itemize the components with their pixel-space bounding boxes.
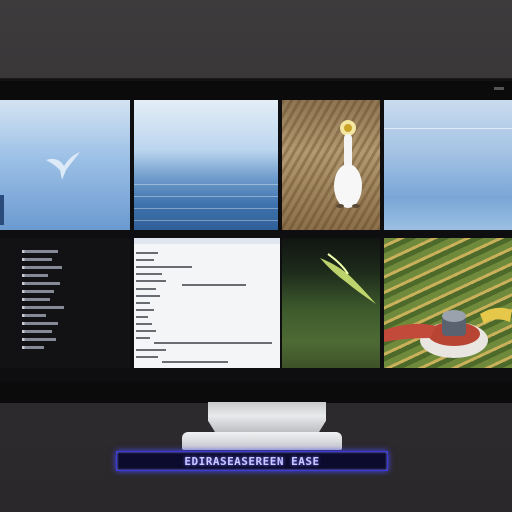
text-line xyxy=(182,284,246,286)
photo-rice-terraces[interactable] xyxy=(384,238,512,368)
wave-line xyxy=(134,184,278,185)
text-line xyxy=(136,349,166,351)
text-line xyxy=(136,356,158,358)
list-item[interactable] xyxy=(24,274,48,277)
power-indicator xyxy=(494,87,504,90)
text-line xyxy=(136,337,150,339)
list-item[interactable] xyxy=(24,266,62,269)
list-item[interactable] xyxy=(24,338,56,341)
monitor-stand-neck xyxy=(208,402,326,436)
document-header-bar xyxy=(134,238,280,244)
text-line xyxy=(136,273,162,275)
wave-line xyxy=(134,220,278,221)
desk-scene: EDIRASEASEREEN EASE xyxy=(0,0,512,512)
list-item[interactable] xyxy=(24,250,58,253)
cloud-streak xyxy=(384,128,512,129)
image-edge xyxy=(0,195,4,225)
text-line xyxy=(136,259,154,261)
wave-line xyxy=(134,196,278,197)
text-line xyxy=(136,288,156,290)
list-item[interactable] xyxy=(24,322,58,325)
goose-icon xyxy=(334,120,362,208)
text-line xyxy=(136,323,152,325)
list-item[interactable] xyxy=(24,258,52,261)
text-line xyxy=(136,295,160,297)
list-item[interactable] xyxy=(24,346,44,349)
text-line xyxy=(136,302,150,304)
monitor-stand-base xyxy=(182,432,342,450)
list-item[interactable] xyxy=(24,290,54,293)
light-streak-icon xyxy=(320,253,376,304)
text-line xyxy=(136,266,192,268)
text-line xyxy=(136,280,166,282)
list-item[interactable] xyxy=(24,282,60,285)
text-line xyxy=(136,252,158,254)
led-label-strip: EDIRASEASEREEN EASE xyxy=(116,451,388,471)
text-line xyxy=(136,309,154,311)
machine-icon xyxy=(384,307,512,358)
text-line xyxy=(136,330,156,332)
photo-clear-sky[interactable] xyxy=(384,100,512,230)
led-label-text: EDIRASEASEREEN EASE xyxy=(184,454,320,468)
photo-ocean[interactable] xyxy=(134,100,278,230)
list-item[interactable] xyxy=(24,314,46,317)
text-line xyxy=(136,316,148,318)
photo-forest[interactable] xyxy=(282,238,380,368)
file-list-panel[interactable] xyxy=(0,238,130,368)
bird-icon xyxy=(46,152,80,180)
monitor-screen xyxy=(0,100,512,382)
text-line xyxy=(154,342,272,344)
list-item[interactable] xyxy=(24,298,50,301)
list-item[interactable] xyxy=(24,330,52,333)
text-document-panel[interactable] xyxy=(134,238,280,368)
photo-goose-in-field[interactable] xyxy=(282,100,380,230)
list-item[interactable] xyxy=(24,306,64,309)
text-line xyxy=(162,361,228,363)
photo-bird-in-sky[interactable] xyxy=(0,100,130,230)
wave-line xyxy=(134,208,278,209)
